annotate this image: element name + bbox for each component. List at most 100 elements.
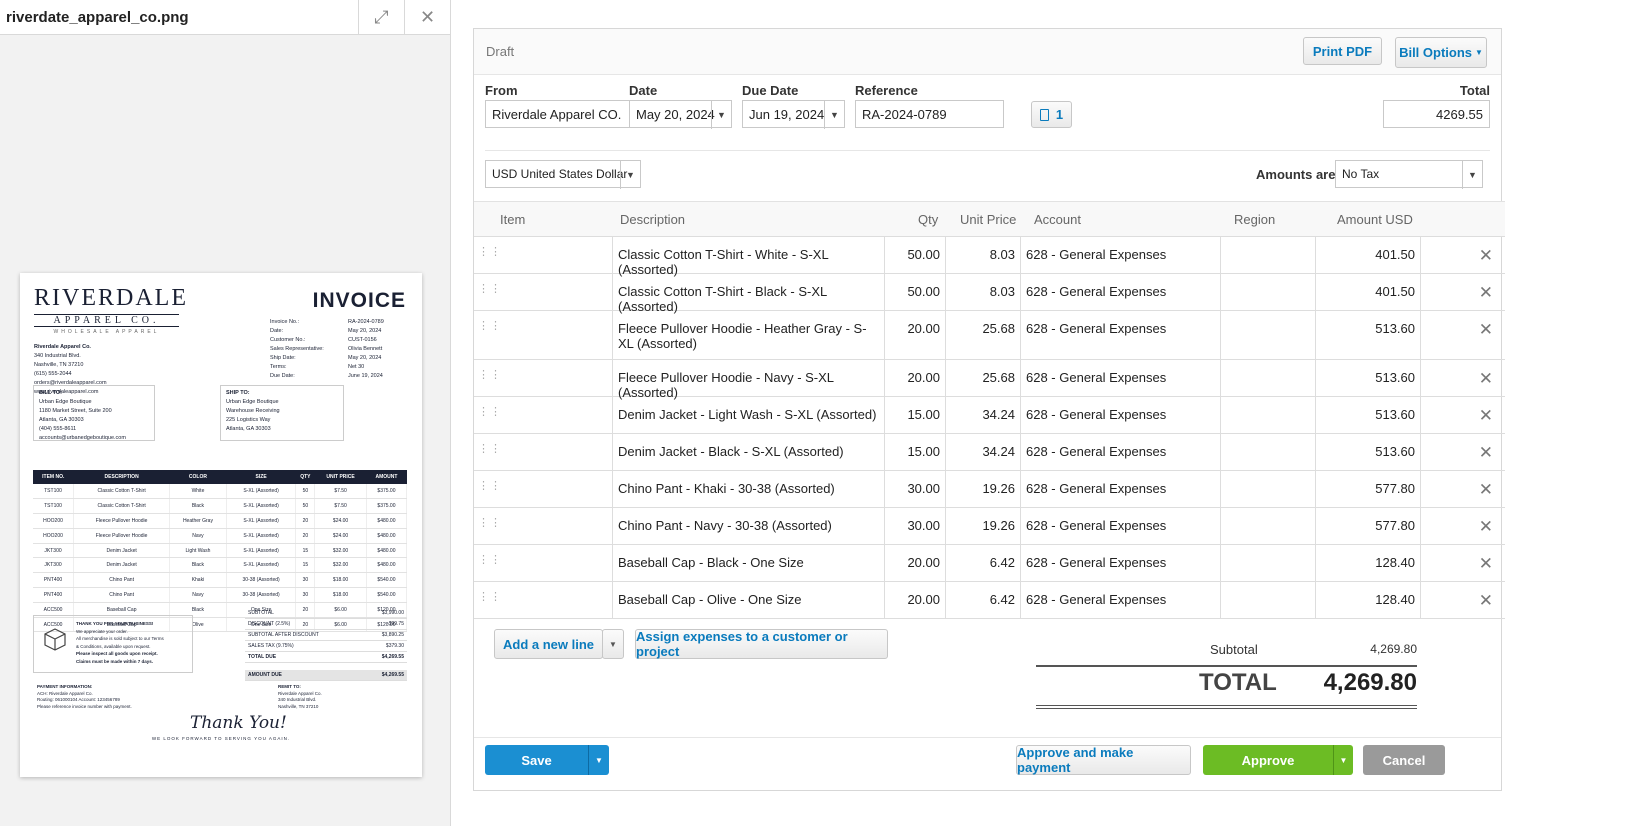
unit-price-cell[interactable]: 34.24 — [946, 434, 1021, 470]
chevron-down-icon[interactable]: ▼ — [1333, 745, 1353, 775]
description-cell[interactable]: Denim Jacket - Light Wash - S-XL (Assort… — [613, 397, 885, 433]
item-cell[interactable] — [493, 545, 613, 581]
unit-price-cell[interactable]: 6.42 — [946, 582, 1021, 618]
delete-icon[interactable]: ✕ — [1479, 591, 1493, 611]
description-cell[interactable]: Classic Cotton T-Shirt - White - S-XL (A… — [613, 237, 885, 277]
drag-handle-icon[interactable]: ⋮⋮ — [478, 518, 501, 529]
region-cell[interactable] — [1221, 471, 1316, 507]
date-input[interactable]: May 20, 2024 ▼ — [629, 100, 732, 129]
chevron-down-icon[interactable]: ▼ — [620, 161, 640, 189]
region-cell[interactable] — [1221, 508, 1316, 544]
delete-icon[interactable]: ✕ — [1479, 369, 1493, 389]
reference-input[interactable]: RA-2024-0789 — [855, 100, 1004, 128]
amount-cell[interactable]: 577.80 — [1316, 508, 1421, 544]
delete-icon[interactable]: ✕ — [1479, 406, 1493, 426]
account-cell[interactable]: 628 - General Expenses — [1021, 274, 1221, 310]
chevron-down-icon[interactable]: ▼ — [1462, 161, 1482, 189]
delete-icon[interactable]: ✕ — [1479, 480, 1493, 500]
description-cell[interactable]: Fleece Pullover Hoodie - Navy - S-XL (As… — [613, 360, 885, 400]
unit-price-cell[interactable]: 19.26 — [946, 508, 1021, 544]
chevron-down-icon[interactable]: ▼ — [711, 101, 731, 129]
chevron-down-icon[interactable]: ▼ — [588, 745, 609, 775]
amount-cell[interactable]: 513.60 — [1316, 311, 1421, 359]
unit-price-cell[interactable]: 8.03 — [946, 274, 1021, 310]
unit-price-cell[interactable]: 25.68 — [946, 311, 1021, 359]
delete-icon[interactable]: ✕ — [1479, 283, 1493, 303]
currency-select[interactable]: USD United States Dollar ▼ — [485, 160, 641, 189]
qty-cell[interactable]: 20.00 — [885, 545, 946, 581]
item-cell[interactable] — [493, 434, 613, 470]
save-button[interactable]: Save — [485, 745, 588, 775]
description-cell[interactable]: Baseball Cap - Olive - One Size — [613, 582, 885, 618]
amount-cell[interactable]: 577.80 — [1316, 471, 1421, 507]
unit-price-cell[interactable]: 6.42 — [946, 545, 1021, 581]
assign-expenses-button[interactable]: Assign expenses to a customer or project — [635, 629, 888, 659]
qty-cell[interactable]: 20.00 — [885, 582, 946, 618]
total-input[interactable]: 4269.55 — [1383, 100, 1490, 128]
delete-icon[interactable]: ✕ — [1479, 554, 1493, 574]
amount-cell[interactable]: 513.60 — [1316, 360, 1421, 396]
delete-icon[interactable]: ✕ — [1479, 246, 1493, 266]
amount-cell[interactable]: 128.40 — [1316, 582, 1421, 618]
qty-cell[interactable]: 30.00 — [885, 471, 946, 507]
qty-cell[interactable]: 50.00 — [885, 274, 946, 310]
tax-mode-select[interactable]: No Tax ▼ — [1335, 160, 1483, 189]
chevron-down-icon[interactable]: ▼ — [602, 629, 624, 659]
cancel-button[interactable]: Cancel — [1363, 745, 1445, 775]
close-icon[interactable]: ✕ — [404, 0, 450, 35]
region-cell[interactable] — [1221, 582, 1316, 618]
drag-handle-icon[interactable]: ⋮⋮ — [478, 444, 501, 455]
description-cell[interactable]: Chino Pant - Navy - 30-38 (Assorted) — [613, 508, 885, 544]
qty-cell[interactable]: 20.00 — [885, 311, 946, 359]
expand-icon[interactable]: ⤢ — [358, 0, 404, 35]
account-cell[interactable]: 628 - General Expenses — [1021, 471, 1221, 507]
item-cell[interactable] — [493, 360, 613, 396]
item-cell[interactable] — [493, 508, 613, 544]
qty-cell[interactable]: 50.00 — [885, 237, 946, 273]
amount-cell[interactable]: 513.60 — [1316, 434, 1421, 470]
drag-handle-icon[interactable]: ⋮⋮ — [478, 555, 501, 566]
account-cell[interactable]: 628 - General Expenses — [1021, 545, 1221, 581]
amount-cell[interactable]: 128.40 — [1316, 545, 1421, 581]
due-date-input[interactable]: Jun 19, 2024 ▼ — [742, 100, 845, 129]
drag-handle-icon[interactable]: ⋮⋮ — [478, 592, 501, 603]
amount-cell[interactable]: 401.50 — [1316, 237, 1421, 273]
region-cell[interactable] — [1221, 237, 1316, 273]
region-cell[interactable] — [1221, 434, 1316, 470]
print-pdf-button[interactable]: Print PDF — [1303, 37, 1382, 65]
drag-handle-icon[interactable]: ⋮⋮ — [478, 321, 501, 332]
account-cell[interactable]: 628 - General Expenses — [1021, 582, 1221, 618]
region-cell[interactable] — [1221, 274, 1316, 310]
region-cell[interactable] — [1221, 311, 1316, 359]
account-cell[interactable]: 628 - General Expenses — [1021, 360, 1221, 396]
account-cell[interactable]: 628 - General Expenses — [1021, 311, 1221, 359]
region-cell[interactable] — [1221, 397, 1316, 433]
qty-cell[interactable]: 20.00 — [885, 360, 946, 396]
drag-handle-icon[interactable]: ⋮⋮ — [478, 481, 501, 492]
from-input[interactable]: Riverdale Apparel CO. — [485, 100, 630, 128]
chevron-down-icon[interactable]: ▼ — [824, 101, 844, 129]
item-cell[interactable] — [493, 471, 613, 507]
item-cell[interactable] — [493, 311, 613, 359]
qty-cell[interactable]: 15.00 — [885, 397, 946, 433]
unit-price-cell[interactable]: 25.68 — [946, 360, 1021, 396]
item-cell[interactable] — [493, 582, 613, 618]
drag-handle-icon[interactable]: ⋮⋮ — [478, 284, 501, 295]
approve-button[interactable]: Approve — [1203, 745, 1333, 775]
approve-and-pay-button[interactable]: Approve and make payment — [1016, 745, 1191, 775]
account-cell[interactable]: 628 - General Expenses — [1021, 508, 1221, 544]
description-cell[interactable]: Chino Pant - Khaki - 30-38 (Assorted) — [613, 471, 885, 507]
description-cell[interactable]: Denim Jacket - Black - S-XL (Assorted) — [613, 434, 885, 470]
account-cell[interactable]: 628 - General Expenses — [1021, 397, 1221, 433]
region-cell[interactable] — [1221, 545, 1316, 581]
item-cell[interactable] — [493, 274, 613, 310]
delete-icon[interactable]: ✕ — [1479, 517, 1493, 537]
account-cell[interactable]: 628 - General Expenses — [1021, 434, 1221, 470]
drag-handle-icon[interactable]: ⋮⋮ — [478, 370, 501, 381]
unit-price-cell[interactable]: 19.26 — [946, 471, 1021, 507]
region-cell[interactable] — [1221, 360, 1316, 396]
drag-handle-icon[interactable]: ⋮⋮ — [478, 407, 501, 418]
add-line-button[interactable]: Add a new line — [494, 629, 603, 659]
description-cell[interactable]: Fleece Pullover Hoodie - Heather Gray - … — [613, 311, 885, 359]
account-cell[interactable]: 628 - General Expenses — [1021, 237, 1221, 273]
